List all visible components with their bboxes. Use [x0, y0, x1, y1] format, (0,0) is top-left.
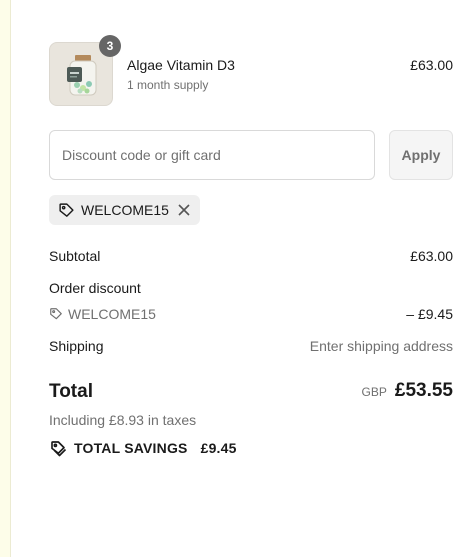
total-savings-value: £9.45	[200, 440, 237, 456]
total-savings: TOTAL SAVINGS £9.45	[49, 439, 237, 457]
product-name: Algae Vitamin D3	[127, 57, 235, 73]
tag-icon	[50, 308, 62, 320]
shipping-value: Enter shipping address	[309, 338, 453, 354]
quantity-badge: 3	[99, 35, 121, 57]
applied-discount-code: WELCOME15	[81, 202, 169, 218]
discount-value: – £9.45	[406, 306, 453, 322]
apply-button[interactable]: Apply	[389, 130, 453, 180]
product-thumbnail: 3	[49, 35, 121, 106]
applied-discount-chip: WELCOME15	[49, 195, 200, 225]
taxes-note: Including £8.93 in taxes	[49, 412, 197, 428]
total-label: Total	[49, 381, 93, 402]
product-price: £63.00	[410, 57, 453, 73]
order-discount-label: Order discount	[49, 280, 141, 296]
line-item: 3 Algae Vitamin D3 1 month supply £63.00	[49, 35, 453, 106]
product-variant: 1 month supply	[127, 78, 209, 92]
total-value-group: GBP £53.55	[362, 380, 453, 402]
discount-code-row: WELCOME15 – £9.45	[49, 306, 453, 322]
tag-icon	[59, 202, 74, 217]
order-discount-row: Order discount	[49, 280, 453, 296]
total-savings-label: TOTAL SAVINGS	[74, 440, 188, 456]
discount-code-input[interactable]	[49, 130, 375, 180]
subtotal-row: Subtotal £63.00	[49, 248, 453, 264]
savings-tag-icon	[51, 441, 67, 457]
left-panel-edge	[0, 0, 11, 557]
subtotal-value: £63.00	[410, 248, 453, 264]
close-icon	[178, 204, 190, 216]
discount-code-label: WELCOME15	[68, 306, 156, 322]
subtotal-label: Subtotal	[49, 248, 101, 264]
remove-discount-button[interactable]	[177, 203, 191, 217]
currency-code: GBP	[361, 385, 387, 399]
total-amount: £53.55	[394, 380, 453, 401]
shipping-row: Shipping Enter shipping address	[49, 338, 453, 354]
shipping-label: Shipping	[49, 338, 104, 354]
